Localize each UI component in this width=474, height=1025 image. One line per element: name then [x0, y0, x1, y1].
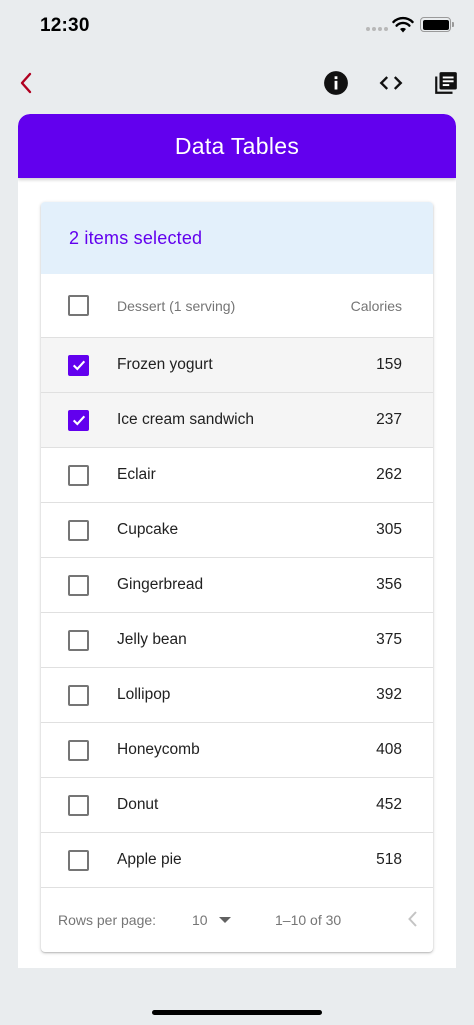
row-checkbox[interactable]	[68, 629, 89, 651]
dessert-name-cell: Eclair	[117, 466, 156, 483]
row-checkbox[interactable]	[68, 409, 89, 431]
table-row[interactable]: Gingerbread 356	[41, 558, 433, 613]
table-row[interactable]: Honeycomb 408	[41, 723, 433, 778]
top-actions	[0, 62, 474, 104]
calories-cell: 237	[376, 411, 402, 428]
table-row[interactable]: Lollipop 392	[41, 668, 433, 723]
selection-count-text: 2 items selected	[69, 227, 203, 248]
home-indicator	[152, 1010, 322, 1015]
table-row[interactable]: Apple pie 518	[41, 833, 433, 888]
table-row[interactable]: Donut 452	[41, 778, 433, 833]
row-checkbox[interactable]	[68, 794, 89, 816]
data-table-card: 2 items selected Dessert (1 serving) Cal…	[41, 202, 433, 952]
chevron-left-icon	[408, 911, 417, 927]
status-time: 12:30	[40, 15, 90, 36]
column-header-calories[interactable]: Calories	[351, 298, 402, 314]
app-bar: Data Tables	[18, 114, 456, 178]
content-sheet: Data Tables 2 items selected Dessert (1 …	[18, 114, 456, 968]
dessert-name-cell: Ice cream sandwich	[117, 411, 254, 428]
row-checkbox[interactable]	[68, 519, 89, 541]
info-button[interactable]	[317, 64, 355, 102]
calories-cell: 518	[376, 851, 402, 868]
calories-cell: 452	[376, 796, 402, 813]
back-button[interactable]	[8, 64, 46, 102]
row-checkbox[interactable]	[68, 849, 89, 871]
rows-per-page-value: 10	[192, 911, 208, 928]
table-row[interactable]: Eclair 262	[41, 448, 433, 503]
table-row[interactable]: Cupcake 305	[41, 503, 433, 558]
table-row[interactable]: Frozen yogurt 159	[41, 338, 433, 393]
column-header-dessert[interactable]: Dessert (1 serving)	[117, 298, 235, 314]
dessert-name-cell: Cupcake	[117, 521, 179, 538]
calories-cell: 159	[376, 356, 402, 373]
check-icon	[72, 415, 85, 426]
row-checkbox[interactable]	[68, 574, 89, 596]
page-title: Data Tables	[174, 132, 300, 159]
table-row[interactable]: Jelly bean 375	[41, 613, 433, 668]
status-bar: 12:30	[0, 0, 474, 52]
row-checkbox[interactable]	[68, 684, 89, 706]
row-checkbox[interactable]	[68, 354, 89, 376]
table-row[interactable]: Ice cream sandwich 237	[41, 393, 433, 448]
calories-cell: 392	[376, 686, 402, 703]
calories-cell: 408	[376, 741, 402, 758]
code-button[interactable]	[372, 64, 410, 102]
dessert-name-cell: Frozen yogurt	[117, 356, 213, 373]
row-checkbox[interactable]	[68, 739, 89, 761]
check-icon	[72, 360, 85, 371]
selection-banner: 2 items selected	[41, 202, 433, 274]
table-header-row: Dessert (1 serving) Calories	[41, 274, 433, 338]
select-all-checkbox[interactable]	[68, 295, 89, 316]
info-icon	[324, 71, 348, 95]
dessert-name-cell: Honeycomb	[117, 741, 200, 758]
row-checkbox[interactable]	[68, 464, 89, 486]
chevron-left-icon	[20, 72, 32, 94]
dessert-name-cell: Gingerbread	[117, 576, 204, 593]
calories-cell: 262	[376, 466, 402, 483]
calories-cell: 356	[376, 576, 402, 593]
library-button[interactable]	[427, 64, 465, 102]
dessert-name-cell: Apple pie	[117, 851, 182, 868]
rows-per-page-label: Rows per page:	[58, 911, 157, 928]
previous-page-button[interactable]	[401, 907, 425, 931]
code-icon	[379, 76, 403, 90]
wifi-icon	[392, 16, 414, 33]
battery-icon	[420, 17, 454, 32]
arrow-drop-down-icon	[218, 916, 231, 923]
pagination-range: 1–10 of 30	[275, 911, 342, 928]
calories-cell: 305	[376, 521, 402, 538]
library-books-icon	[435, 72, 457, 94]
dessert-name-cell: Jelly bean	[117, 631, 187, 648]
rows-per-page-select[interactable]: 10	[192, 912, 232, 928]
dessert-name-cell: Donut	[117, 796, 159, 813]
table-pagination-footer: Rows per page: 10 1–10 of 30	[41, 887, 433, 952]
dessert-name-cell: Lollipop	[117, 686, 171, 703]
cellular-signal-icon	[366, 27, 388, 31]
calories-cell: 375	[376, 631, 402, 648]
